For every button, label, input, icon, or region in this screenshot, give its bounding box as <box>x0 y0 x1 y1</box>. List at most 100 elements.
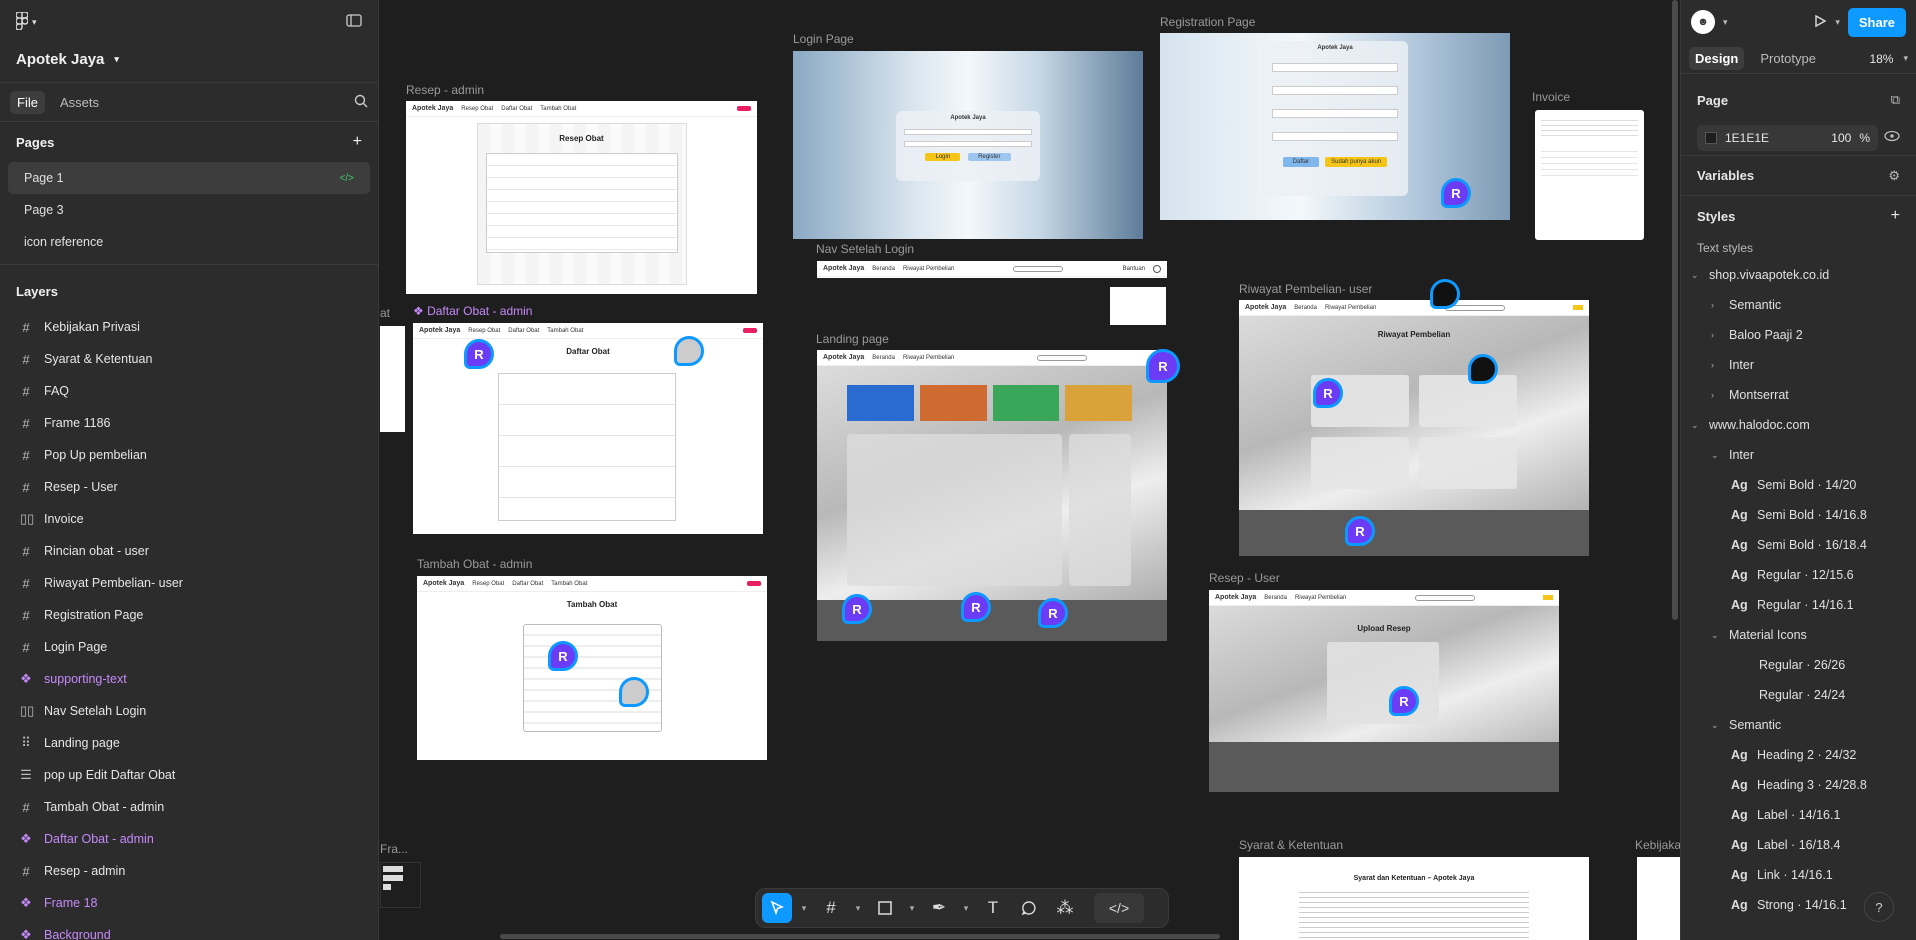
layer-item[interactable]: ▯▯ Nav Setelah Login <box>0 695 378 727</box>
layer-item[interactable]: # Pop Up pembelian <box>0 439 378 471</box>
frame-label-daftar-obat[interactable]: ❖ Daftar Obat - admin <box>413 304 532 318</box>
frame-label-invoice[interactable]: Invoice <box>1532 90 1570 104</box>
layer-item[interactable]: # Kebijakan Privasi <box>0 311 378 343</box>
layer-item[interactable]: # Login Page <box>0 631 378 663</box>
layer-item[interactable]: # Tambah Obat - admin <box>0 791 378 823</box>
frame-label-landing[interactable]: Landing page <box>816 332 889 346</box>
tab-design[interactable]: Design <box>1689 47 1745 70</box>
layer-item[interactable]: # Resep - User <box>0 471 378 503</box>
layer-item[interactable]: # FAQ <box>0 375 378 407</box>
main-menu-button[interactable]: ▾ <box>15 10 37 33</box>
dev-mode-toggle-icon[interactable]: </> <box>1094 893 1144 923</box>
share-button[interactable]: Share <box>1847 7 1906 37</box>
text-style-item[interactable]: Ag Semi Bold · 14/20 <box>1691 470 1906 500</box>
page-settings-icon[interactable]: ⧉ <box>1891 92 1900 108</box>
layer-item[interactable]: # Rincian obat - user <box>0 535 378 567</box>
frame-label-resep-user[interactable]: Resep - User <box>1209 571 1280 585</box>
eye-icon[interactable] <box>1884 130 1900 145</box>
frame-invoice[interactable] <box>1535 110 1644 240</box>
frame-resep-admin[interactable]: Apotek Jaya Resep Obat Daftar Obat Tambah O… <box>406 101 757 294</box>
style-group[interactable]: ⌄ Material Icons <box>1691 620 1906 650</box>
page-item[interactable]: icon reference <box>8 226 370 258</box>
chevron-down-icon[interactable]: ▾ <box>960 893 972 923</box>
layer-item[interactable]: ❖ Frame 18 <box>0 887 378 919</box>
vertical-scrollbar[interactable] <box>1672 0 1678 620</box>
layer-item[interactable]: # Syarat & Ketentuan <box>0 343 378 375</box>
frame-nav-setelah-login[interactable]: Apotek Jaya Beranda Riwayat Pembelian Bantu… <box>817 261 1167 278</box>
zoom-level[interactable]: 18% <box>1869 52 1893 66</box>
frame-kebijakan-privasi[interactable] <box>1637 857 1680 940</box>
frame-partial-left[interactable] <box>380 326 405 432</box>
page-item[interactable]: Page 1 </> <box>8 162 370 194</box>
frame-fra[interactable] <box>380 862 421 908</box>
layer-item[interactable]: ❖ Background <box>0 919 378 940</box>
layer-item[interactable]: # Resep - admin <box>0 855 378 887</box>
text-style-item[interactable]: Ag Label · 14/16.1 <box>1691 800 1906 830</box>
pen-tool-icon[interactable]: ✒ <box>924 893 954 923</box>
layer-item[interactable]: ▯▯ Invoice <box>0 503 378 535</box>
avatar[interactable]: ☻ <box>1691 10 1715 34</box>
style-group[interactable]: › Semantic <box>1691 290 1906 320</box>
page-item[interactable]: Page 3 <box>8 194 370 226</box>
text-style-item[interactable]: Regular · 26/26 <box>1691 650 1906 680</box>
frame-tambah-obat-admin[interactable]: Apotek Jaya Resep Obat Daftar Obat Tambah O… <box>417 576 767 760</box>
chevron-down-icon[interactable]: ▾ <box>852 893 864 923</box>
variables-settings-icon[interactable]: ⚙ <box>1888 168 1900 184</box>
frame-label-registration[interactable]: Registration Page <box>1160 15 1255 29</box>
layer-item[interactable]: ❖ supporting-text <box>0 663 378 695</box>
layer-item[interactable]: ☰ pop up Edit Daftar Obat <box>0 759 378 791</box>
project-name[interactable]: Apotek Jaya ▾ <box>0 44 378 74</box>
sidebar-toggle-icon[interactable] <box>346 14 362 30</box>
move-tool-icon[interactable] <box>762 893 792 923</box>
page-color-field[interactable]: 1E1E1E 100 % <box>1697 124 1878 151</box>
frame-label-kebijakan[interactable]: Kebijaka <box>1635 838 1680 852</box>
rectangle-tool-icon[interactable] <box>870 893 900 923</box>
frame-label-tambah[interactable]: Tambah Obat - admin <box>417 557 532 571</box>
frame-resep-user[interactable]: Apotek Jaya Beranda Riwayat Pembelian Uplo… <box>1209 590 1559 792</box>
frame-label-partial[interactable]: at <box>380 306 390 320</box>
text-style-item[interactable]: Ag Label · 16/18.4 <box>1691 830 1906 860</box>
frame-label-fra[interactable]: Fra... <box>380 842 408 856</box>
frame-label-login[interactable]: Login Page <box>793 32 854 46</box>
present-play-icon[interactable] <box>1813 14 1827 31</box>
chevron-down-icon[interactable]: ▾ <box>1723 17 1728 28</box>
layer-item[interactable]: # Registration Page <box>0 599 378 631</box>
frame-label-riwayat[interactable]: Riwayat Pembelian- user <box>1239 282 1372 296</box>
text-style-item[interactable]: Ag Link · 14/16.1 <box>1691 860 1906 890</box>
layer-item[interactable]: ⠿ Landing page <box>0 727 378 759</box>
text-tool-icon[interactable]: T <box>978 893 1008 923</box>
style-group[interactable]: ⌄ Semantic <box>1691 710 1906 740</box>
tab-assets[interactable]: Assets <box>53 91 106 114</box>
actions-tool-icon[interactable]: ⁂ <box>1050 893 1080 923</box>
text-style-item[interactable]: Ag Heading 3 · 24/28.8 <box>1691 770 1906 800</box>
help-button[interactable]: ? <box>1864 892 1894 922</box>
tab-file[interactable]: File <box>10 90 45 114</box>
frame-syarat-ketentuan[interactable]: Syarat dan Ketentuan – Apotek Jaya <box>1239 857 1589 940</box>
chevron-down-icon[interactable]: ▾ <box>1835 17 1840 28</box>
frame-popup-small[interactable] <box>1110 287 1166 325</box>
layer-item[interactable]: # Riwayat Pembelian- user <box>0 567 378 599</box>
style-group[interactable]: › Montserrat <box>1691 380 1906 410</box>
chevron-down-icon[interactable]: ▾ <box>798 893 810 923</box>
add-page-icon[interactable]: + <box>353 133 362 151</box>
text-style-item[interactable]: Regular · 24/24 <box>1691 680 1906 710</box>
text-style-item[interactable]: Ag Regular · 12/15.6 <box>1691 560 1906 590</box>
text-style-item[interactable]: Ag Regular · 14/16.1 <box>1691 590 1906 620</box>
search-icon[interactable] <box>354 94 368 111</box>
add-style-icon[interactable]: + <box>1891 207 1900 225</box>
frame-riwayat-pembelian[interactable]: Apotek Jaya Beranda Riwayat Pembelian Riwa… <box>1239 300 1589 556</box>
chevron-down-icon[interactable]: ▾ <box>1903 53 1908 64</box>
style-group[interactable]: ⌄ Inter <box>1691 440 1906 470</box>
layer-item[interactable]: # Frame 1186 <box>0 407 378 439</box>
horizontal-scrollbar[interactable] <box>500 934 1220 939</box>
canvas[interactable]: at Resep - admin Apotek Jaya Resep Obat Da… <box>380 0 1680 940</box>
chevron-down-icon[interactable]: ▾ <box>906 893 918 923</box>
frame-label-syarat[interactable]: Syarat & Ketentuan <box>1239 838 1343 852</box>
text-style-item[interactable]: Ag Semi Bold · 16/18.4 <box>1691 530 1906 560</box>
text-style-item[interactable]: Ag Heading 2 · 24/32 <box>1691 740 1906 770</box>
frame-label-resep-admin[interactable]: Resep - admin <box>406 83 484 97</box>
comment-tool-icon[interactable] <box>1014 893 1044 923</box>
frame-tool-icon[interactable]: # <box>816 893 846 923</box>
frame-landing-page[interactable]: Apotek Jaya Beranda Riwayat Pembelian <box>817 350 1167 641</box>
style-group[interactable]: ⌄ shop.vivaapotek.co.id <box>1691 260 1906 290</box>
